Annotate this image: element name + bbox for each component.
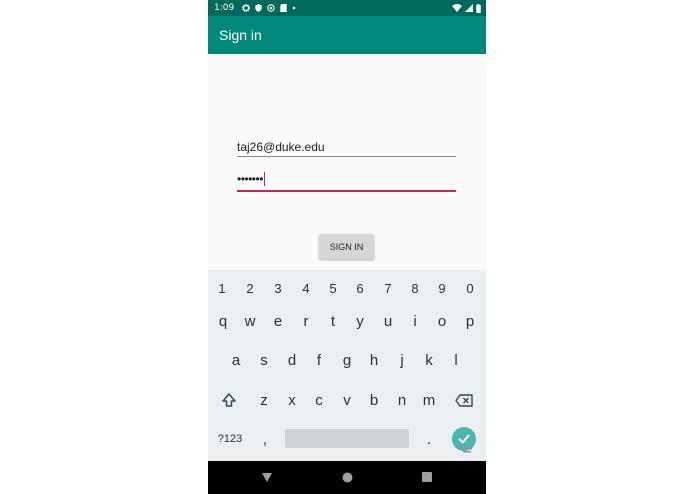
key-4[interactable]: 4 bbox=[294, 270, 318, 306]
page-title: Sign in bbox=[219, 27, 262, 43]
key-f[interactable]: f bbox=[307, 342, 331, 378]
password-value: ••••••• bbox=[237, 172, 266, 186]
password-mask: ••••••• bbox=[237, 172, 263, 186]
key-l[interactable]: l bbox=[444, 342, 468, 378]
key-d[interactable]: d bbox=[280, 342, 304, 378]
space-key[interactable] bbox=[285, 429, 409, 448]
key-r[interactable]: r bbox=[294, 303, 318, 339]
text-cursor bbox=[263, 172, 266, 186]
battery-icon bbox=[476, 3, 481, 13]
back-button[interactable] bbox=[259, 469, 275, 485]
backspace-key[interactable] bbox=[452, 382, 476, 418]
key-q[interactable]: q bbox=[211, 303, 235, 339]
keyboard-row-3: z x c v b n m bbox=[208, 382, 486, 418]
settings-icon bbox=[242, 4, 251, 12]
status-bar: 1:09 bbox=[208, 0, 486, 16]
key-period[interactable]: . bbox=[417, 421, 441, 457]
key-e[interactable]: e bbox=[266, 303, 290, 339]
key-g[interactable]: g bbox=[335, 342, 359, 378]
sync-icon bbox=[267, 4, 275, 12]
status-icons-right bbox=[452, 3, 481, 13]
key-m[interactable]: m bbox=[417, 382, 441, 418]
backspace-icon bbox=[455, 393, 473, 407]
key-i[interactable]: i bbox=[403, 303, 427, 339]
email-value: taj26@duke.edu bbox=[237, 140, 325, 154]
home-button[interactable] bbox=[339, 469, 355, 485]
shift-key[interactable] bbox=[217, 382, 241, 418]
key-k[interactable]: k bbox=[417, 342, 441, 378]
key-7[interactable]: 7 bbox=[376, 270, 400, 306]
navigation-bar bbox=[208, 461, 486, 494]
status-time: 1:09 bbox=[214, 3, 235, 13]
key-1[interactable]: 1 bbox=[210, 270, 234, 306]
key-6[interactable]: 6 bbox=[348, 270, 372, 306]
key-h[interactable]: h bbox=[362, 342, 386, 378]
dot-icon bbox=[292, 6, 296, 10]
key-y[interactable]: y bbox=[348, 303, 372, 339]
key-w[interactable]: w bbox=[238, 303, 262, 339]
key-s[interactable]: s bbox=[252, 342, 276, 378]
key-8[interactable]: 8 bbox=[403, 270, 427, 306]
key-x[interactable]: x bbox=[280, 382, 304, 418]
key-n[interactable]: n bbox=[390, 382, 414, 418]
key-j[interactable]: j bbox=[390, 342, 414, 378]
keyboard-row-2: a s d f g h j k l bbox=[208, 342, 486, 378]
password-field[interactable]: ••••••• bbox=[237, 170, 456, 192]
phone-screen: 1:09 Sign in taj26@duke.edu ••••••• SIGN… bbox=[208, 0, 486, 494]
soft-keyboard: 1 2 3 4 5 6 7 8 9 0 q w e r t y u i o p … bbox=[208, 270, 486, 461]
email-field[interactable]: taj26@duke.edu bbox=[237, 136, 456, 157]
key-u[interactable]: u bbox=[376, 303, 400, 339]
back-icon bbox=[262, 473, 272, 482]
shield-icon bbox=[255, 4, 262, 12]
key-z[interactable]: z bbox=[252, 382, 276, 418]
key-2[interactable]: 2 bbox=[238, 270, 262, 306]
key-3[interactable]: 3 bbox=[266, 270, 290, 306]
key-c[interactable]: c bbox=[307, 382, 331, 418]
key-comma[interactable]: , bbox=[253, 421, 277, 457]
key-0[interactable]: 0 bbox=[458, 270, 482, 306]
wifi-icon bbox=[452, 4, 462, 12]
sign-in-button[interactable]: SIGN IN bbox=[319, 234, 374, 259]
app-bar: Sign in bbox=[208, 16, 486, 54]
symbols-key[interactable]: ?123 bbox=[213, 421, 247, 457]
recents-icon bbox=[422, 472, 432, 482]
recents-button[interactable] bbox=[419, 469, 435, 485]
key-5[interactable]: 5 bbox=[321, 270, 345, 306]
home-icon bbox=[342, 472, 352, 482]
key-a[interactable]: a bbox=[224, 342, 248, 378]
keyboard-switch-icon[interactable] bbox=[460, 444, 474, 454]
sign-in-form: taj26@duke.edu ••••••• SIGN IN bbox=[208, 54, 486, 270]
key-v[interactable]: v bbox=[335, 382, 359, 418]
sim-card-icon bbox=[280, 4, 287, 12]
key-o[interactable]: o bbox=[430, 303, 454, 339]
key-b[interactable]: b bbox=[362, 382, 386, 418]
keyboard-number-row: 1 2 3 4 5 6 7 8 9 0 bbox=[208, 270, 486, 306]
key-p[interactable]: p bbox=[458, 303, 482, 339]
keyboard-row-1: q w e r t y u i o p bbox=[208, 303, 486, 339]
shift-icon bbox=[222, 393, 236, 407]
key-t[interactable]: t bbox=[321, 303, 345, 339]
key-9[interactable]: 9 bbox=[430, 270, 454, 306]
status-icons-left bbox=[242, 4, 296, 12]
signal-icon bbox=[465, 4, 473, 12]
